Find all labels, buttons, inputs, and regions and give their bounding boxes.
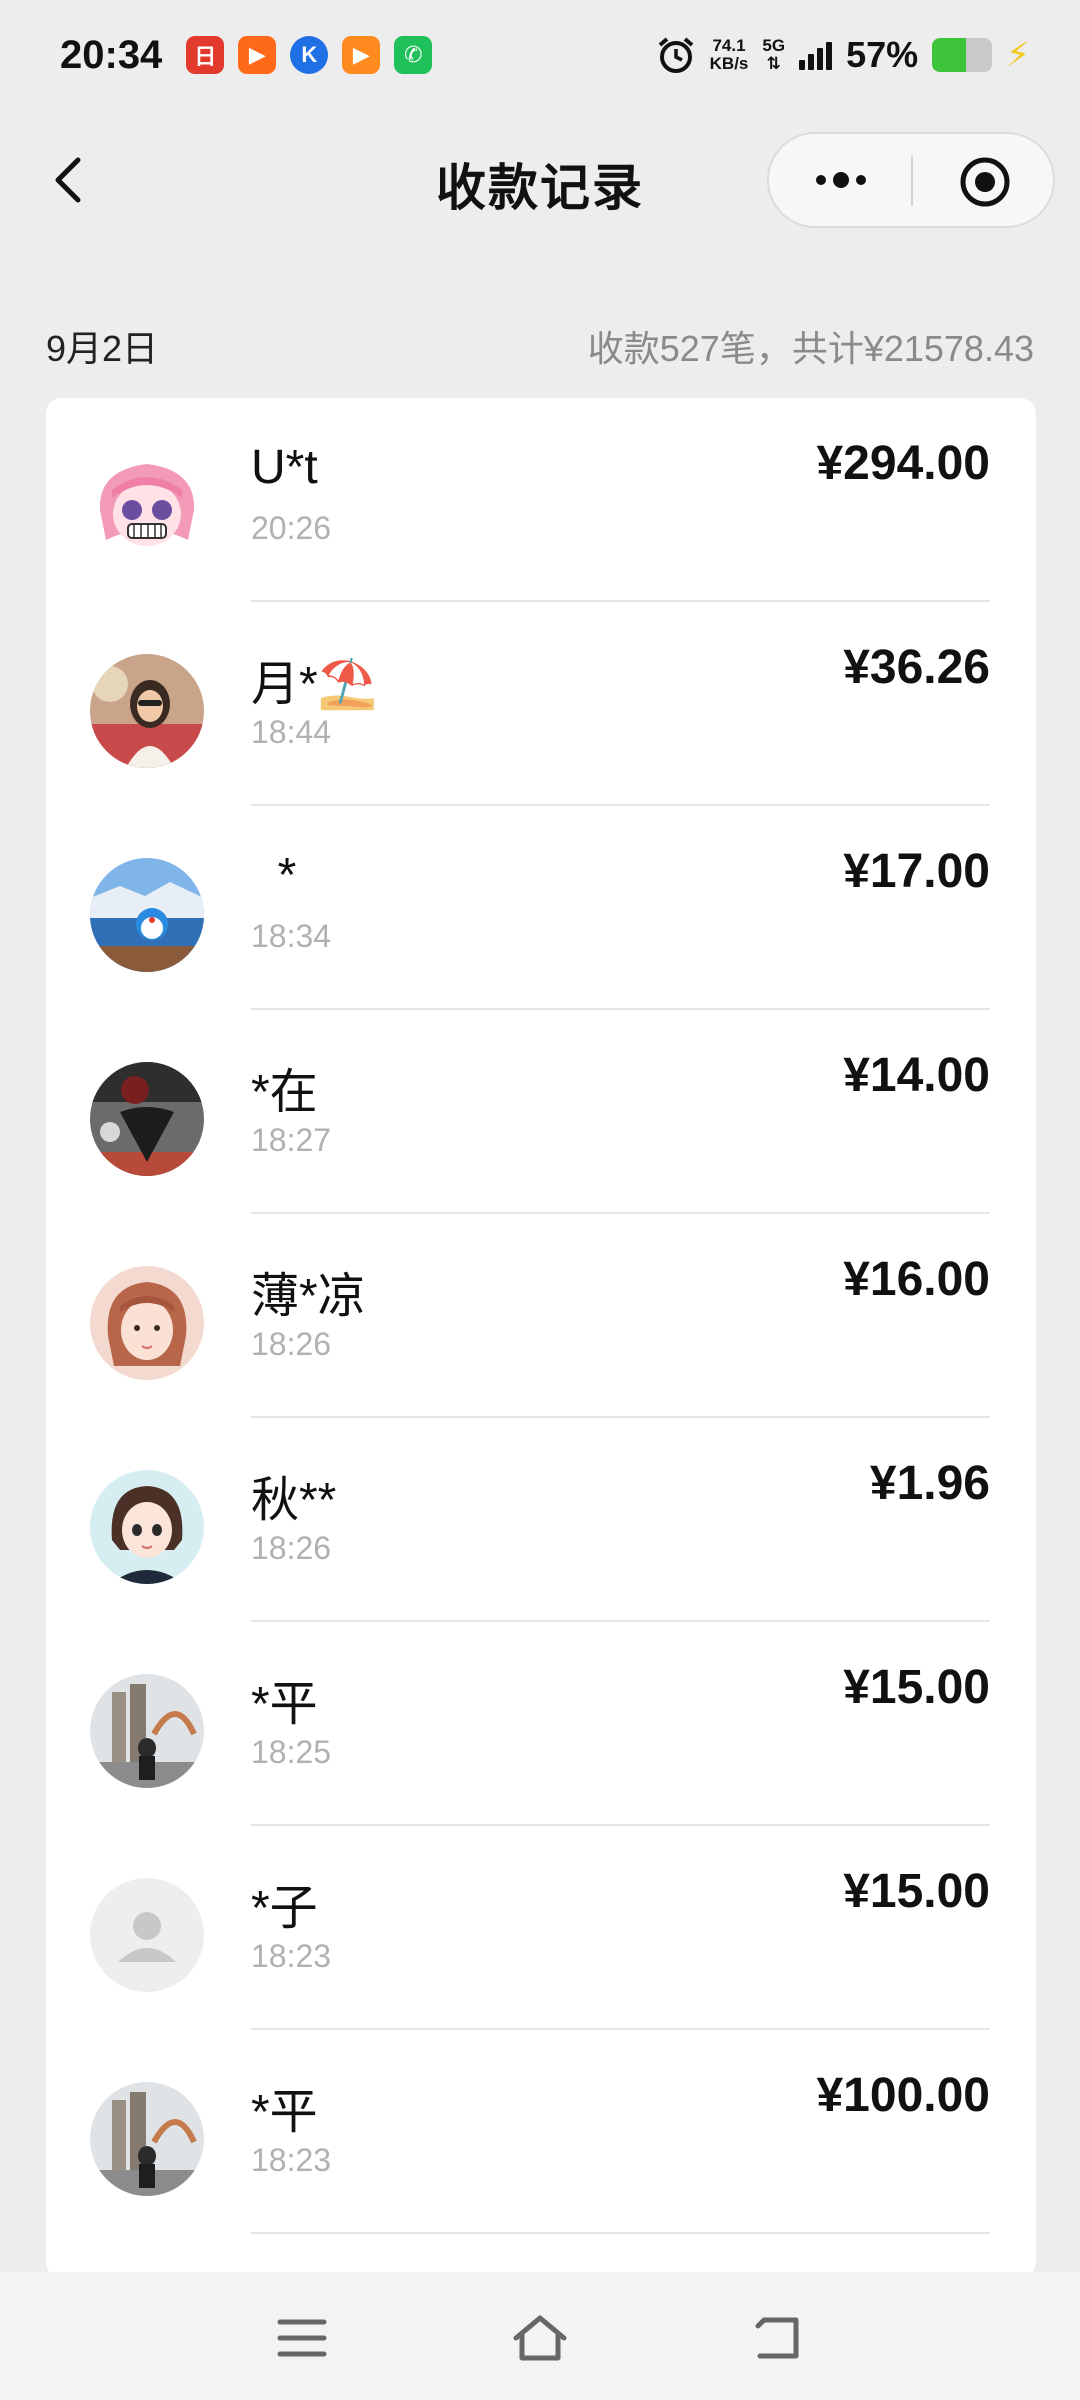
record-row[interactable]: U*t 20:26 ¥294.00: [46, 398, 1036, 602]
record-row[interactable]: *在 18:27 ¥14.00: [46, 1010, 1036, 1214]
status-bar: 20:34 日 ▶ K ▶ ✆ 74.1 KB/s 5G ⇅ 57% ⚡: [0, 0, 1080, 110]
phone-app-icon: ✆: [394, 36, 433, 74]
close-miniprogram-icon[interactable]: [957, 154, 1013, 210]
charging-icon: ⚡: [1006, 36, 1030, 74]
payment-time: 18:27: [251, 1122, 332, 1158]
record-row[interactable]: 薄*凉 18:26 ¥16.00: [46, 1214, 1036, 1418]
summary-header: 9月2日 收款527笔，共计¥21578.43: [46, 318, 1034, 374]
building-photo-avatar: [90, 2082, 204, 2196]
signal-icon: [799, 40, 833, 70]
payer-name: *子: [251, 1882, 318, 1935]
summary-total: 收款527笔，共计¥21578.43: [587, 328, 1034, 369]
dark-photo-avatar: [90, 1062, 204, 1176]
menu-icon[interactable]: [272, 2310, 332, 2366]
payer-name: *在: [251, 1066, 318, 1119]
clock: 20:34: [60, 32, 163, 77]
status-right: 74.1 KB/s 5G ⇅ 57% ⚡: [656, 34, 1030, 76]
video-app-icon: ▶: [238, 36, 277, 74]
record-row[interactable]: 月*⛱️ 18:44 ¥36.26: [46, 602, 1036, 806]
payment-time: 18:26: [251, 1530, 332, 1566]
alarm-icon: [658, 37, 693, 73]
capsule-divider: [911, 156, 913, 206]
payer-name: *: [251, 849, 297, 902]
payer-name: *平: [251, 2086, 318, 2139]
record-row[interactable]: *子 18:23 ¥15.00: [46, 1826, 1036, 2030]
payment-amount: ¥294.00: [816, 437, 990, 490]
payer-name: *平: [251, 1678, 318, 1731]
net-speed-unit: KB/s: [709, 54, 749, 73]
nav-bar: 收款记录: [0, 120, 1080, 240]
k-app-icon: K: [290, 36, 329, 74]
payment-amount: ¥15.00: [843, 1661, 990, 1714]
updown-icon: ⇅: [766, 54, 781, 73]
payment-time: 20:26: [251, 510, 332, 546]
record-row[interactable]: * 18:34 ¥17.00: [46, 806, 1036, 1010]
payer-name: U*t: [251, 441, 318, 494]
video-app-icon-2: ▶: [342, 36, 381, 74]
record-list: U*t 20:26 ¥294.00 月*⛱️ 18:44 ¥36.26 * 18…: [46, 398, 1036, 2278]
home-icon[interactable]: [510, 2310, 570, 2366]
miniprogram-capsule: [767, 132, 1055, 228]
payer-name: 月*⛱️: [251, 658, 378, 711]
payment-time: 18:23: [251, 1938, 332, 1974]
battery-icon: [932, 38, 993, 72]
record-row[interactable]: 秋** 18:26 ¥1.96: [46, 1418, 1036, 1622]
calendar-app-icon: 日: [186, 36, 225, 74]
more-icon[interactable]: [809, 160, 873, 200]
payment-amount: ¥17.00: [843, 845, 990, 898]
payment-time: 18:25: [251, 1734, 332, 1770]
network-type: 5G: [762, 36, 786, 55]
summary-date: 9月2日: [46, 328, 159, 369]
row-divider: [251, 2232, 990, 2234]
record-row[interactable]: *平 18:25 ¥15.00: [46, 1622, 1036, 1826]
payment-amount: ¥100.00: [816, 2069, 990, 2122]
payment-time: 18:26: [251, 1326, 332, 1362]
girl-portrait-avatar: [90, 1266, 204, 1380]
payment-time: 18:44: [251, 714, 332, 750]
status-left: 20:34 日 ▶ K ▶ ✆: [60, 32, 433, 78]
record-row[interactable]: *平 18:23 ¥100.00: [46, 2030, 1036, 2234]
anime-girl-avatar: [90, 450, 204, 564]
net-speed-value: 74.1: [712, 36, 746, 55]
back-nav-icon[interactable]: [750, 2310, 810, 2366]
payment-time: 18:23: [251, 2142, 332, 2178]
woman-photo-avatar: [90, 654, 204, 768]
payment-amount: ¥15.00: [843, 1865, 990, 1918]
payer-name: 秋**: [251, 1474, 337, 1527]
building-photo-avatar: [90, 1674, 204, 1788]
payment-time: 18:34: [251, 918, 332, 954]
payment-amount: ¥36.26: [843, 641, 990, 694]
payment-amount: ¥1.96: [869, 1457, 990, 1510]
network-indicator: 5G ⇅: [762, 37, 785, 73]
payer-name: 薄*凉: [251, 1270, 366, 1323]
battery-percent: 57%: [846, 34, 919, 75]
default-user-avatar: [90, 1878, 204, 1992]
net-speed: 74.1 KB/s: [710, 37, 749, 73]
system-nav-bar: [0, 2272, 1080, 2400]
cartoon-girl-avatar: [90, 1470, 204, 1584]
payment-amount: ¥16.00: [843, 1253, 990, 1306]
payment-amount: ¥14.00: [843, 1049, 990, 1102]
doraemon-avatar: [90, 858, 204, 972]
